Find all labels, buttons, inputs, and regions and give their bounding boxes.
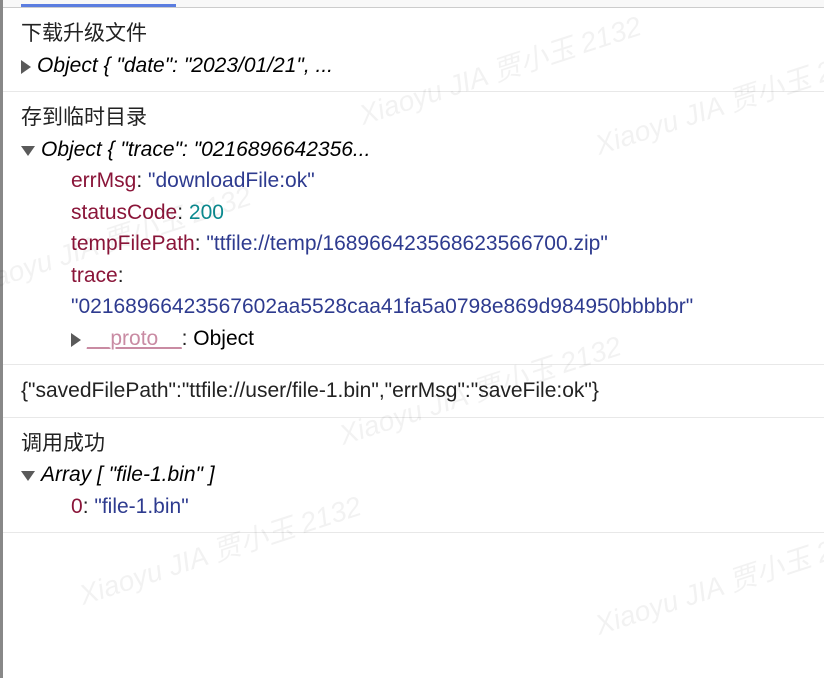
property-key: errMsg [71, 169, 136, 192]
property-key: statusCode [71, 201, 177, 224]
array-items: 0: "file-1.bin" [21, 491, 816, 523]
array-index: 0 [71, 495, 83, 518]
object-summary: Object { "trace": "0216896642356... [41, 134, 370, 166]
object-summary: Object { "date": "2023/01/21", ... [37, 50, 333, 82]
console-group: 存到临时目录 Object { "trace": "0216896642356.… [3, 92, 824, 365]
property-row[interactable]: errMsg: "downloadFile:ok" [71, 165, 816, 197]
colon: : [182, 327, 194, 350]
array-item-row[interactable]: 0: "file-1.bin" [71, 491, 816, 523]
object-properties: errMsg: "downloadFile:ok" statusCode: 20… [21, 165, 816, 354]
colon: : [177, 201, 189, 224]
property-row[interactable]: tempFilePath: "ttfile://temp/16896642356… [71, 228, 816, 260]
colon: : [118, 264, 124, 287]
console-group: {"savedFilePath":"ttfile://user/file-1.b… [3, 365, 824, 418]
panel-top-border [3, 0, 824, 8]
proto-key: __proto__ [87, 327, 182, 350]
object-summary-row[interactable]: Object { "trace": "0216896642356... [21, 134, 816, 166]
colon: : [136, 169, 148, 192]
console-group: 调用成功 Array [ "file-1.bin" ] 0: "file-1.b… [3, 418, 824, 534]
property-value: "ttfile://temp/168966423568623566700.zip… [206, 232, 607, 255]
colon: : [195, 232, 207, 255]
chevron-down-icon [21, 471, 35, 481]
property-row[interactable]: trace: [71, 260, 816, 292]
colon: : [83, 495, 95, 518]
watermark: Xiaoyu JIA 贾小玉 2132 [590, 515, 824, 646]
console-output: 下载升级文件 Object { "date": "2023/01/21", ..… [3, 8, 824, 533]
chevron-right-icon [71, 333, 81, 347]
log-message: 调用成功 [21, 428, 816, 460]
property-row[interactable]: statusCode: 200 [71, 197, 816, 229]
array-value: "file-1.bin" [94, 495, 188, 518]
property-value-wrapped: "02168966423567602aa5528caa41fa5a0798e86… [71, 291, 816, 323]
array-summary: Array [ "file-1.bin" ] [41, 459, 215, 491]
object-summary-row[interactable]: Object { "date": "2023/01/21", ... [21, 50, 816, 82]
chevron-right-icon [21, 60, 31, 74]
property-value: "downloadFile:ok" [148, 169, 315, 192]
active-tab-indicator [21, 0, 176, 7]
console-group: 下载升级文件 Object { "date": "2023/01/21", ..… [3, 8, 824, 92]
log-message: 存到临时目录 [21, 102, 816, 134]
log-message: {"savedFilePath":"ttfile://user/file-1.b… [21, 375, 816, 407]
chevron-down-icon [21, 146, 35, 156]
log-message: 下载升级文件 [21, 18, 816, 50]
proto-row[interactable]: __proto__: Object [71, 323, 816, 355]
proto-value: Object [193, 327, 254, 350]
property-value: 200 [189, 201, 224, 224]
array-summary-row[interactable]: Array [ "file-1.bin" ] [21, 459, 816, 491]
property-key: tempFilePath [71, 232, 195, 255]
property-key: trace [71, 264, 118, 287]
